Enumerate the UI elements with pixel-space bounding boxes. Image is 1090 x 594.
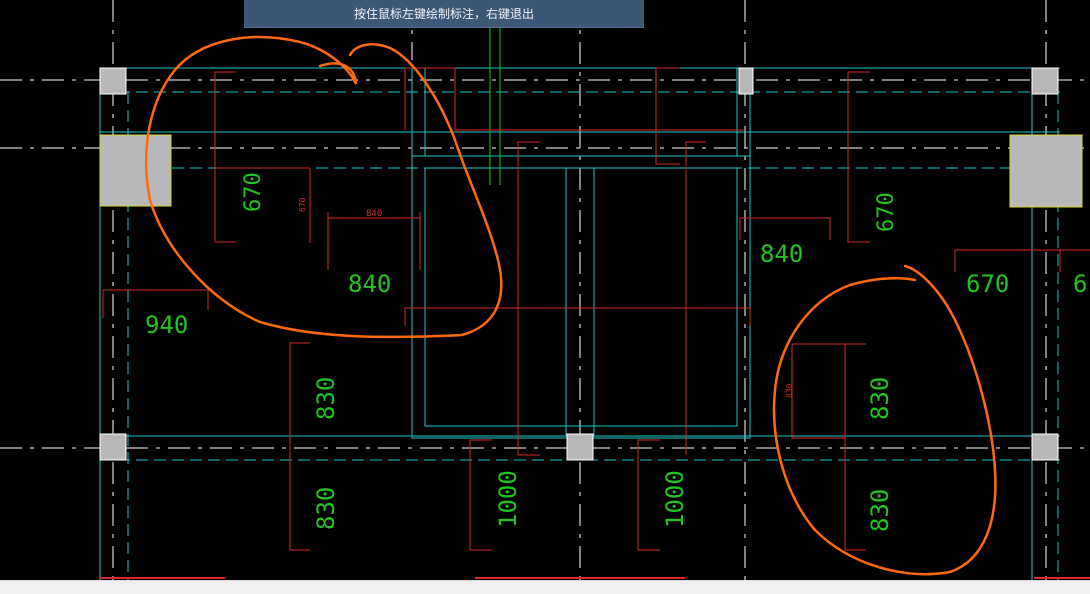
dim-840-left: 840 — [348, 270, 391, 298]
columns — [99, 67, 1083, 461]
status-bar — [0, 580, 1090, 594]
dimension-lines — [100, 67, 1090, 579]
dim-830-a: 830 — [312, 377, 340, 420]
cad-drawing-canvas[interactable]: 670 670 840 840 940 830 830 1000 1000 84… — [0, 0, 1090, 594]
dim-1000-b: 1000 — [661, 470, 689, 528]
dim-840-small: 840 — [366, 209, 382, 219]
dim-670-small: 670 — [298, 197, 307, 212]
dim-940: 940 — [145, 311, 188, 339]
markup-circle-left — [144, 35, 503, 339]
dim-670-left: 670 — [241, 172, 266, 212]
drawing-hint-bar: 按住鼠标左键绘制标注，右键退出 — [244, 0, 644, 28]
dim-670-upper-right: 670 — [874, 192, 899, 232]
dim-840-mid: 840 — [760, 240, 803, 268]
dim-830-c: 830 — [866, 377, 894, 420]
dim-1000-a: 1000 — [494, 470, 522, 528]
green-guides — [489, 28, 501, 185]
dim-830-b: 830 — [312, 487, 340, 530]
dim-670-right: 670 — [966, 270, 1009, 298]
dim-830-d: 830 — [866, 489, 894, 532]
dimension-texts: 670 670 840 840 940 830 830 1000 1000 84… — [145, 172, 1087, 532]
dim-830-small-right: 830 — [785, 383, 794, 398]
dim-6-edge: 6 — [1073, 270, 1087, 298]
drawing-hint-text: 按住鼠标左键绘制标注，右键退出 — [353, 7, 534, 21]
